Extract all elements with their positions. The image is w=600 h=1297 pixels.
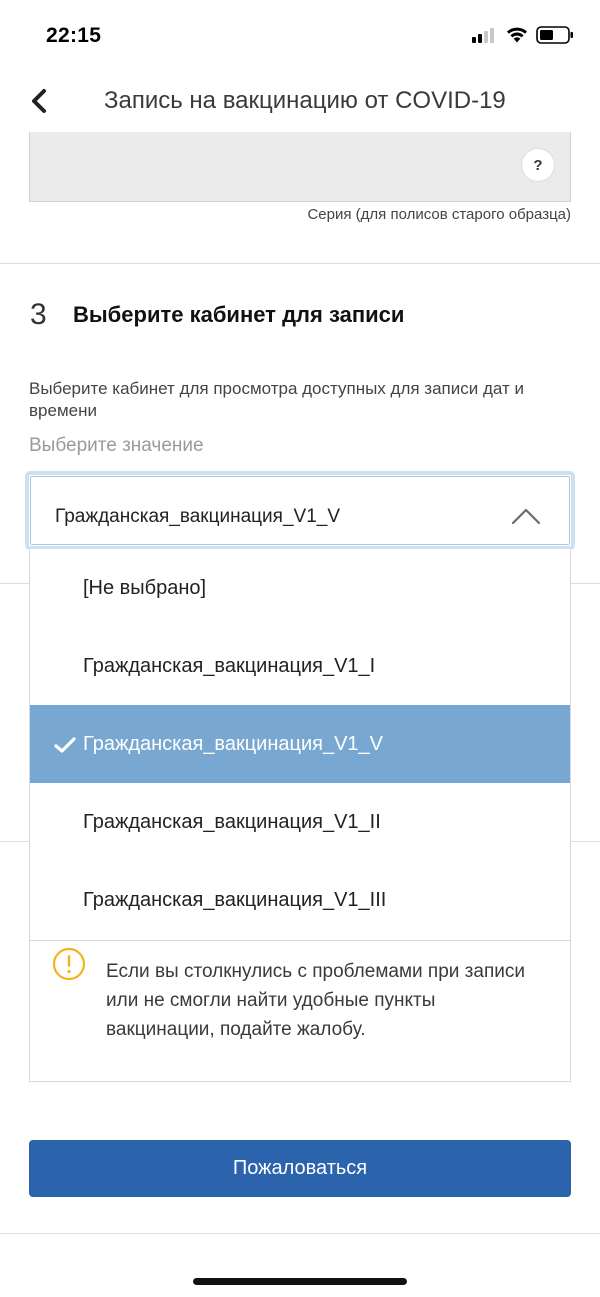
select-placeholder: Выберите значение — [29, 435, 204, 456]
dropdown-option[interactable]: Гражданская_вакцинация_V1_I — [30, 627, 570, 705]
status-time: 22:15 — [46, 24, 102, 47]
wifi-icon — [507, 27, 527, 43]
option-label: Гражданская_вакцинация_V1_III — [83, 888, 387, 911]
step-title: Выберите кабинет для записи — [73, 302, 405, 327]
chevron-up-icon — [511, 508, 541, 525]
step-number: 3 — [30, 298, 47, 331]
help-button[interactable]: ? — [522, 149, 554, 181]
dropdown-option[interactable]: Гражданская_вакцинация_V1_III — [30, 861, 570, 939]
complain-button[interactable]: Пожаловаться — [29, 1140, 571, 1197]
section-divider — [0, 1233, 600, 1234]
home-indicator[interactable] — [193, 1278, 407, 1285]
select-value: Гражданская_вакцинация_V1_V — [55, 506, 341, 527]
signal-icon — [472, 27, 498, 43]
cabinet-select[interactable]: Гражданская_вакцинация_V1_V — [25, 471, 575, 550]
warning-icon — [52, 947, 86, 981]
info-box: Если вы столкнулись с проблемами при зап… — [29, 941, 571, 1082]
back-button[interactable] — [22, 84, 56, 118]
dropdown-option[interactable]: Гражданская_вакцинация_V1_II — [30, 783, 570, 861]
header: Запись на вакцинацию от COVID-19 — [0, 70, 600, 132]
status-bar: 22:15 — [0, 0, 600, 70]
dropdown-list: [Не выбрано] Гражданская_вакцинация_V1_I… — [29, 549, 571, 941]
option-label: Гражданская_вакцинация_V1_V — [83, 732, 384, 755]
check-icon — [54, 737, 76, 753]
option-label: Гражданская_вакцинация_V1_I — [83, 654, 376, 677]
step-description: Выберите кабинет для просмотра доступных… — [29, 379, 524, 420]
option-label: [Не выбрано] — [83, 576, 207, 599]
option-label: Гражданская_вакцинация_V1_II — [83, 810, 381, 833]
select-inner: Гражданская_вакцинация_V1_V — [30, 476, 570, 545]
battery-icon — [536, 26, 573, 44]
series-caption: Серия (для полисов старого образца) — [307, 206, 571, 223]
chevron-left-icon — [32, 89, 46, 113]
dropdown-option[interactable]: [Не выбрано] — [30, 549, 570, 627]
series-input[interactable]: ? — [29, 132, 571, 202]
info-text: Если вы столкнулись с проблемами при зап… — [106, 961, 525, 1040]
section-divider — [0, 263, 600, 264]
page-title: Запись на вакцинацию от COVID-19 — [104, 87, 506, 114]
dropdown-option-selected[interactable]: Гражданская_вакцинация_V1_V — [30, 705, 570, 783]
